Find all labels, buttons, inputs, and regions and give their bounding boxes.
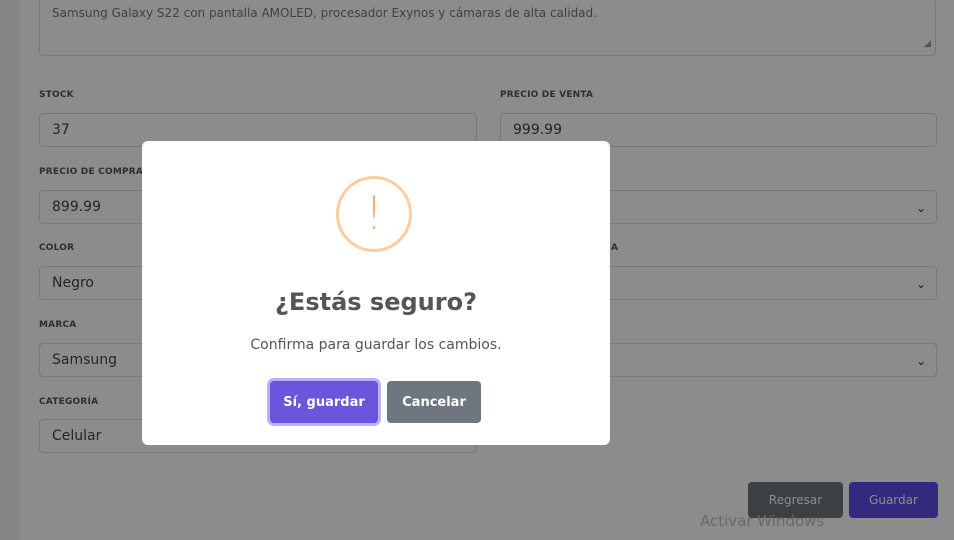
- confirm-dialog: ! ¿Estás seguro? Confirma para guardar l…: [142, 141, 610, 445]
- confirm-save-button[interactable]: Sí, guardar: [270, 381, 378, 423]
- cancel-button[interactable]: Cancelar: [387, 381, 481, 423]
- dialog-message: Confirma para guardar los cambios.: [250, 337, 502, 353]
- warning-icon: !: [336, 176, 412, 252]
- dialog-title: ¿Estás seguro?: [275, 288, 477, 316]
